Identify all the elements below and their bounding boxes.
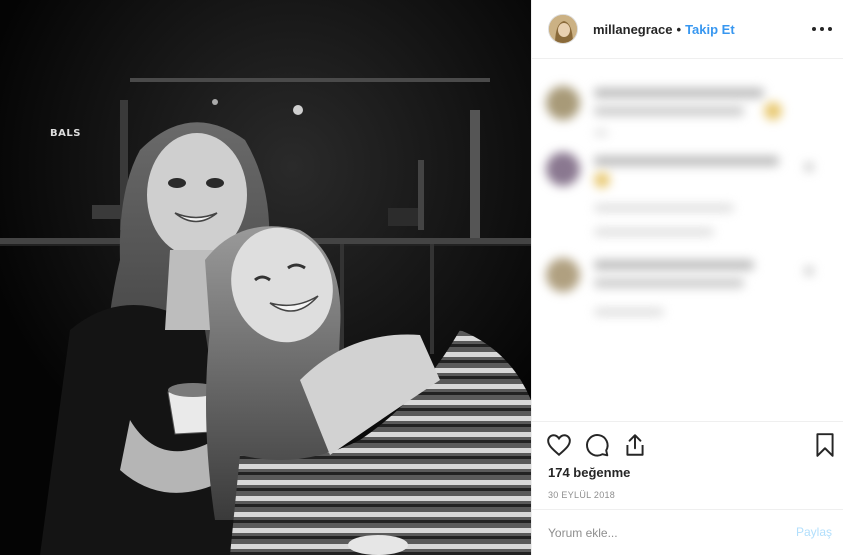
like-icon-blurred — [804, 162, 814, 172]
comment-box: Paylaş — [532, 509, 843, 555]
comment-text-blurred — [594, 88, 764, 98]
post-comment-button[interactable]: Paylaş — [796, 525, 832, 539]
share-icon[interactable] — [622, 432, 648, 458]
heart-icon[interactable] — [546, 432, 572, 458]
comment-meta-blurred — [594, 308, 664, 316]
avatar-image — [549, 15, 577, 43]
post-actions: 174 beğenme 30 EYLÜL 2018 — [532, 421, 843, 500]
comment-text-blurred — [594, 278, 744, 288]
author-username[interactable]: millanegrace — [593, 22, 673, 37]
post-header: millanegrace • Takip Et — [532, 0, 843, 59]
post-photo[interactable]: BALS — [0, 0, 531, 555]
like-icon-blurred — [804, 266, 814, 276]
follow-button[interactable]: Takip Et — [685, 22, 735, 37]
photo-image — [0, 0, 531, 555]
emoji-blurred — [594, 172, 610, 188]
comment-text-blurred — [594, 106, 744, 116]
comment-avatar-blurred — [546, 86, 580, 120]
author-avatar[interactable] — [548, 14, 578, 44]
comment-icon[interactable] — [584, 432, 610, 458]
bookmark-icon[interactable] — [812, 432, 838, 458]
photo-sign-text: BALS — [50, 128, 81, 139]
post-date: 30 EYLÜL 2018 — [548, 490, 616, 500]
comment-avatar-blurred — [546, 258, 580, 292]
comment-meta-blurred — [594, 228, 714, 236]
header-separator: • — [676, 21, 682, 37]
likes-count[interactable]: 174 beğenme — [548, 465, 630, 480]
comment-meta-blurred — [594, 130, 608, 136]
post-side-panel: millanegrace • Takip Et 174 beğenme 30 E… — [531, 0, 843, 555]
more-options-icon[interactable] — [812, 20, 832, 38]
comments-list[interactable] — [532, 60, 843, 420]
comment-input[interactable] — [548, 510, 778, 555]
emoji-blurred — [764, 102, 782, 120]
comment-avatar-blurred — [546, 152, 580, 186]
comment-meta-blurred — [594, 204, 734, 212]
comment-text-blurred — [594, 156, 779, 166]
comment-text-blurred — [594, 260, 754, 270]
